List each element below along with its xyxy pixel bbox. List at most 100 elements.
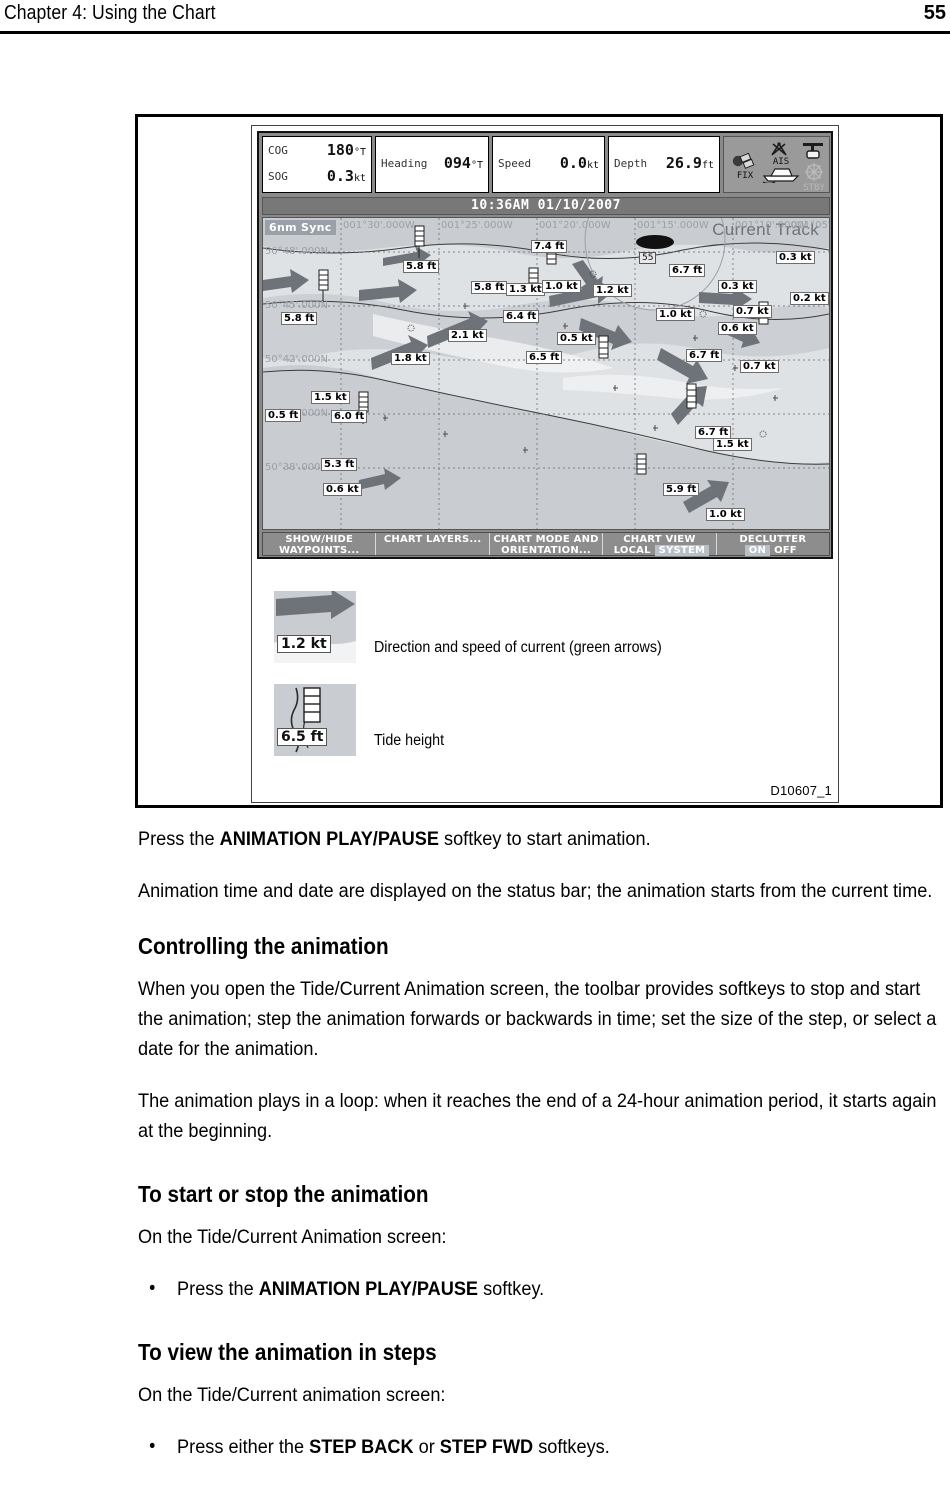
map-label-tide-2: 5.8 ft [471,281,508,294]
longitude-label-0: 001°30'.000W [343,220,415,231]
boat-icon [760,163,802,183]
data-cell-speed[interactable]: Speed 0.0kt [492,136,605,193]
sog-label: SOG [268,170,288,183]
map-label-current-17: 1.8 kt [391,352,430,365]
vessel-glyph [762,168,800,183]
p1-pre: Press the [138,828,220,850]
speed-label: Speed [498,157,532,170]
softkey-3-line1: CHART VIEW [623,534,696,545]
fix-label: FIX [736,171,754,181]
latitude-label-2: 50°42'.000N [265,354,328,365]
longitude-label-3: 001°15'.000W [637,220,709,231]
speed-value: 0.0kt [559,154,599,172]
legend-sample-current: 1.2 kt [277,635,331,653]
heading-value: 094°T [443,154,483,172]
vessel-tag: 55 [639,252,657,264]
map-label-tide-28: 5.9 ft [663,483,700,496]
b1-softkey-name: ANIMATION PLAY/PAUSE [258,1278,479,1300]
paragraph-animation-time: Animation time and date are displayed on… [138,880,933,902]
map-label-current-14: 0.6 kt [718,322,757,335]
map-label-tide-10: 5.8 ft [281,312,318,325]
map-label-current-8: 0.3 kt [776,251,815,264]
paragraph-press-softkey: Press the ANIMATION PLAY/PAUSE softkey t… [138,824,949,854]
chartplotter-screen: COG 180°T SOG 0.3kt Heading 094°T Speed … [257,131,833,559]
b1-post: softkey. [478,1278,545,1300]
map-label-tide-19: 6.7 ft [686,349,723,362]
softkey-3-options: LOCAL SYSTEM [603,545,715,556]
heading-view-in-steps: To view the animation in steps [138,1339,437,1365]
bullet-glyph-2: • [149,1436,156,1457]
legend-desc-tide: Tide height [374,732,445,749]
paragraph-toolbar-softkeys: When you open the Tide/Current Animation… [138,978,937,1060]
softkey-2-line2: ORIENTATION... [501,545,591,556]
map-label-current-15: 2.1 kt [448,329,487,342]
softkey-4-option-1[interactable]: OFF [770,545,801,556]
longitude-label-2: 001°20'.000W [539,220,611,231]
data-cell-depth[interactable]: Depth 26.9ft [608,136,720,193]
softkey-4-options: ON OFF [717,545,829,556]
status-icon-group: FIX AIS STBY [723,136,830,193]
legend-row-current: 1.2 kt Direction and speed of current (g… [274,591,814,665]
ais-antenna-glyph [771,142,787,156]
longitude-label-1: 001°25'.000W [441,220,513,231]
latitude-label-4: 50°38'.000N [265,462,328,473]
map-label-current-21: 1.5 kt [311,391,350,404]
b2-softkey-step-fwd: STEP FWD [439,1436,534,1458]
softkey-2[interactable]: CHART MODE AND ORIENTATION... [490,533,604,556]
softkey-3[interactable]: CHART VIEW LOCAL SYSTEM [603,533,717,556]
fix-icon: FIX [728,151,762,181]
map-label-current-9: 0.2 kt [790,292,829,305]
helm-wheel-glyph [805,163,823,181]
legend-desc-current: Direction and speed of current (green ar… [374,639,662,656]
softkey-1[interactable]: CHART LAYERS... [376,533,490,555]
softkey-4-line1: DECLUTTER [739,534,807,545]
map-label-current-5: 1.2 kt [593,284,632,297]
paragraph-on-screen-1: On the Tide/Current Animation screen: [138,1226,447,1248]
satellite-glyph [732,152,755,169]
p1-post: softkey to start animation. [438,828,651,850]
b2-mid: or [413,1436,440,1458]
header-rule [0,31,950,34]
cog-value: 180°T [326,141,366,159]
map-label-current-25: 1.5 kt [713,438,752,451]
map-label-current-3: 1.3 kt [506,283,545,296]
figure-container: COG 180°T SOG 0.3kt Heading 094°T Speed … [135,114,943,808]
softkey-3-option-0[interactable]: LOCAL [610,545,655,556]
paragraph-on-screen-2: On the Tide/Current animation screen: [138,1384,446,1406]
map-label-current-27: 0.6 kt [323,483,362,496]
bullet-glyph-1: • [149,1278,156,1299]
heading-unit: °T [470,160,483,171]
softkey-4[interactable]: DECLUTTER ON OFF [717,533,829,556]
heading-start-stop: To start or stop the animation [138,1181,429,1207]
softkey-0[interactable]: SHOW/HIDE WAYPOINTS... [263,533,377,556]
cog-unit: °T [353,147,366,158]
data-cell-heading[interactable]: Heading 094°T [375,136,489,193]
depth-value: 26.9ft [665,154,714,172]
map-label-current-7: 0.3 kt [718,280,757,293]
chart-map-area[interactable]: 6nm Sync Current Track 001°30'.000W 001°… [262,217,830,530]
chart-scale-badge: 6nm Sync [265,220,336,235]
paragraph-loop: The animation plays in a loop: when it r… [138,1090,937,1142]
softkey-0-line2: WAYPOINTS... [279,545,360,556]
b1-pre: Press the [177,1278,259,1300]
map-label-tide-6: 6.7 ft [669,264,706,277]
softkey-4-option-0[interactable]: ON [744,545,771,556]
map-label-current-20: 0.7 kt [740,360,779,373]
depth-label: Depth [614,157,648,170]
p1-softkey-name: ANIMATION PLAY/PAUSE [219,828,439,850]
map-label-tide-1: 5.8 ft [403,260,440,273]
softkey-2-line1: CHART MODE AND [493,534,599,545]
b2-softkey-step-back: STEP BACK [309,1436,414,1458]
data-cell-cog-sog[interactable]: COG 180°T SOG 0.3kt [262,136,372,193]
b2-post: softkeys. [533,1436,610,1458]
page-header: Chapter 4: Using the Chart 55 [0,0,950,36]
figure-inner-panel: COG 180°T SOG 0.3kt Heading 094°T Speed … [251,125,839,803]
sog-value: 0.3kt [326,167,366,185]
heading-label: Heading [381,157,428,170]
map-label-current-29: 1.0 kt [706,508,745,521]
figure-id: D10607_1 [770,783,832,798]
bullet-step-keys: • Press either the STEP BACK or STEP FWD… [138,1432,893,1462]
longitude-label-5: 001°05'.000W [791,220,829,231]
softkey-3-option-1[interactable]: SYSTEM [654,545,710,556]
map-label-current-12: 1.0 kt [656,308,695,321]
